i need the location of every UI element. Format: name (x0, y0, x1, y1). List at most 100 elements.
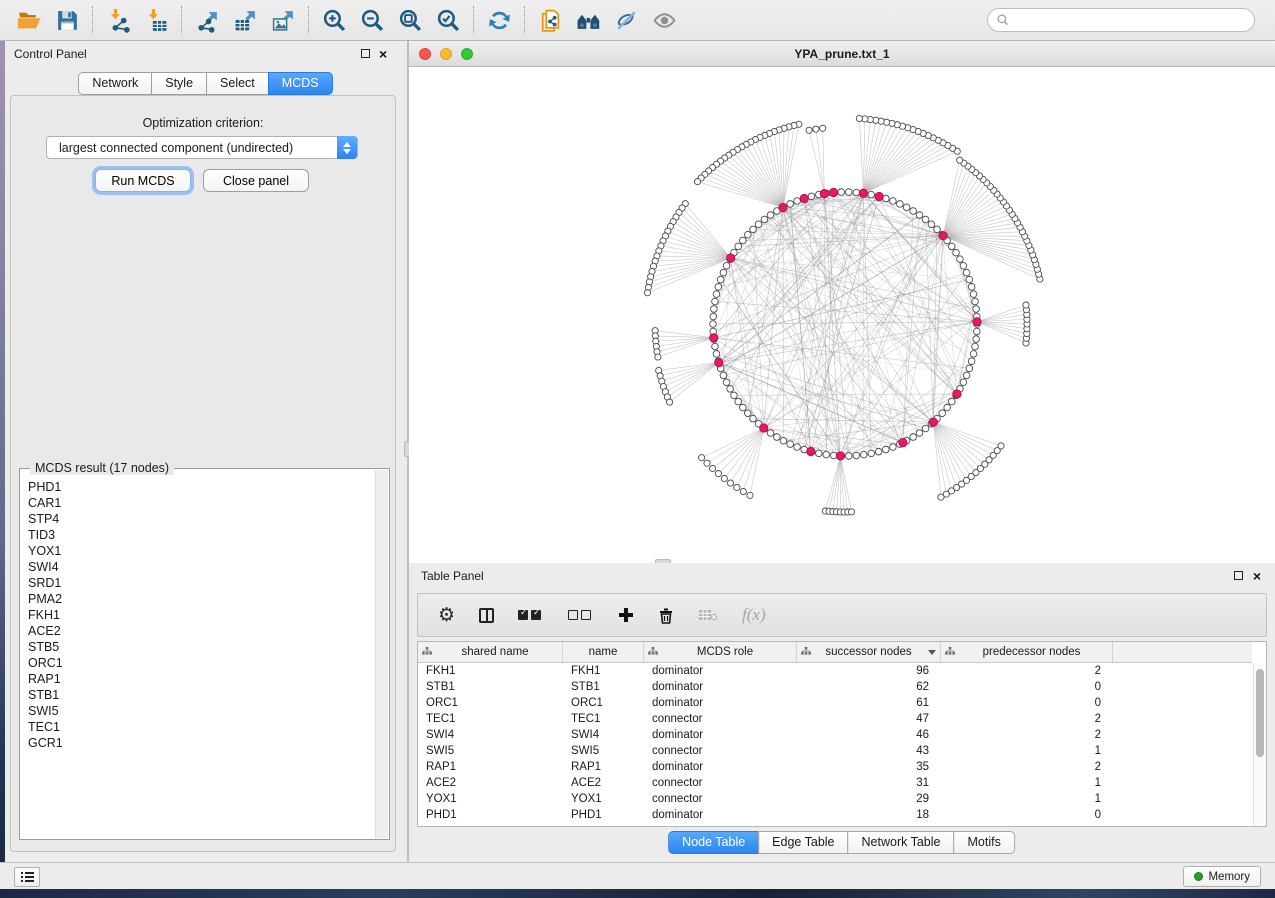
tab-mcds[interactable]: MCDS (268, 72, 333, 95)
tab-node-table[interactable]: Node Table (668, 831, 759, 854)
toolbar-separator (524, 6, 525, 34)
show-graphics-details-button[interactable] (647, 5, 681, 35)
tab-edge-table[interactable]: Edge Table (758, 831, 848, 854)
toolbar-search[interactable] (987, 8, 1255, 32)
table-row[interactable]: ACE2ACE2connector311 (418, 775, 1252, 791)
column-header-predecessor-nodes[interactable]: predecessor nodes (941, 642, 1113, 662)
split-panel-button[interactable] (479, 608, 494, 623)
mcds-node[interactable] (800, 194, 808, 202)
table-row[interactable]: SWI4SWI4dominator462 (418, 727, 1252, 743)
network-canvas[interactable] (409, 67, 1275, 563)
tab-select[interactable]: Select (206, 72, 269, 95)
mcds-node[interactable] (859, 189, 867, 197)
floppy-disk-icon (55, 8, 80, 33)
float-table-panel-icon[interactable] (1234, 571, 1243, 580)
mcds-node[interactable] (973, 318, 981, 326)
zoom-in-button[interactable] (317, 5, 351, 35)
result-node: SRD1 (28, 575, 373, 591)
task-history-button[interactable] (14, 867, 40, 887)
close-panel-icon[interactable]: × (379, 46, 387, 62)
criterion-select[interactable]: largest connected component (undirected) (46, 136, 358, 159)
memory-button[interactable]: Memory (1183, 866, 1261, 887)
export-image-button[interactable] (266, 5, 300, 35)
tab-network-table[interactable]: Network Table (848, 831, 955, 854)
cell-name: TEC1 (563, 711, 644, 727)
network-titlebar[interactable]: YPA_prune.txt_1 (409, 41, 1275, 67)
mcds-node[interactable] (710, 334, 718, 342)
result-node: RAP1 (28, 671, 373, 687)
mcds-node[interactable] (820, 190, 828, 198)
table-row[interactable]: SWI5SWI5connector431 (418, 743, 1252, 759)
zoom-selected-button[interactable] (431, 5, 465, 35)
cell-name: FKH1 (563, 663, 644, 679)
tab-style[interactable]: Style (151, 72, 207, 95)
search-input[interactable] (1010, 10, 1254, 30)
mcds-node[interactable] (929, 418, 937, 426)
zoom-fit-icon (398, 8, 423, 33)
mcds-node[interactable] (760, 424, 768, 432)
import-table-button[interactable] (139, 5, 173, 35)
table-settings-button[interactable]: ⚙ (438, 606, 455, 625)
mcds-node[interactable] (715, 358, 723, 366)
mcds-node[interactable] (875, 192, 883, 200)
checked-box-icon (518, 610, 528, 620)
mcds-node[interactable] (939, 232, 947, 240)
table-row[interactable]: RAP1RAP1dominator352 (418, 759, 1252, 775)
export-image-icon (271, 8, 296, 33)
cell-mcds_role: dominator (644, 807, 797, 823)
select-all-button[interactable] (518, 610, 544, 620)
export-network-button[interactable] (190, 5, 224, 35)
table-row[interactable]: FKH1FKH1dominator962 (418, 663, 1252, 679)
zoom-fit-button[interactable] (393, 5, 427, 35)
mcds-result-list[interactable]: PHD1CAR1STP4TID3YOX1SWI4SRD1PMA2FKH1ACE2… (28, 479, 373, 835)
add-column-button[interactable] (618, 607, 634, 623)
mcds-node[interactable] (899, 439, 907, 447)
deselect-all-button[interactable] (568, 610, 594, 620)
main-toolbar (0, 0, 1275, 41)
toolbar-separator (92, 6, 93, 34)
table-row[interactable]: TEC1TEC1connector472 (418, 711, 1252, 727)
mcds-node[interactable] (953, 390, 961, 398)
column-header-successor-nodes[interactable]: successor nodes (797, 642, 941, 662)
hide-columns-button-disabled (698, 608, 718, 622)
table-row[interactable]: PHD1PHD1dominator180 (418, 807, 1252, 823)
table-panel: Table Panel × ⚙ f(x) shared namenameMCDS… (409, 563, 1275, 862)
export-table-button[interactable] (228, 5, 262, 35)
table-scrollbar-thumb[interactable] (1256, 669, 1264, 757)
result-scrollbar[interactable] (375, 470, 388, 838)
cell-successor_nodes: 61 (797, 695, 941, 711)
mcds-node[interactable] (779, 203, 787, 211)
find-network-button[interactable] (571, 5, 605, 35)
network-graph[interactable] (409, 67, 1275, 563)
save-session-button[interactable] (50, 5, 84, 35)
plus-icon (618, 607, 634, 623)
mcds-node[interactable] (829, 188, 837, 196)
tab-motifs[interactable]: Motifs (953, 831, 1014, 854)
run-mcds-button[interactable]: Run MCDS (95, 169, 191, 192)
clone-network-button[interactable] (533, 5, 567, 35)
column-header-name[interactable]: name (563, 642, 644, 662)
float-panel-icon[interactable] (361, 49, 370, 58)
refresh-view-button[interactable] (482, 5, 516, 35)
close-panel-button[interactable]: Close panel (203, 169, 309, 192)
table-row[interactable]: YOX1YOX1connector291 (418, 791, 1252, 807)
delete-column-button[interactable] (658, 607, 674, 624)
column-header-MCDS-role[interactable]: MCDS role (644, 642, 797, 662)
cell-shared_name: PHD1 (418, 807, 563, 823)
column-header-shared-name[interactable]: shared name (418, 642, 563, 662)
open-file-button[interactable] (12, 5, 46, 35)
mcds-node[interactable] (836, 452, 844, 460)
tab-network[interactable]: Network (78, 72, 152, 95)
result-node: TID3 (28, 527, 373, 543)
mcds-node[interactable] (727, 254, 735, 262)
close-table-panel-icon[interactable]: × (1253, 568, 1261, 584)
table-row[interactable]: ORC1ORC1dominator610 (418, 695, 1252, 711)
result-node: YOX1 (28, 543, 373, 559)
table-row[interactable]: STB1STB1dominator620 (418, 679, 1252, 695)
zoom-out-button[interactable] (355, 5, 389, 35)
import-network-button[interactable] (101, 5, 135, 35)
cell-shared_name: FKH1 (418, 663, 563, 679)
table-scrollbar[interactable] (1253, 663, 1266, 826)
mcds-node[interactable] (807, 447, 815, 455)
hide-graphics-details-button[interactable] (609, 5, 643, 35)
